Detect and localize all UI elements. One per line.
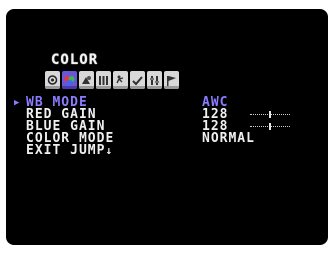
menu-item-label: EXIT JUMP↓	[26, 143, 114, 158]
motion-icon[interactable]	[113, 71, 128, 89]
color-icon[interactable]	[62, 71, 77, 89]
blue-gain-slider[interactable]	[250, 123, 290, 130]
down-arrow-icon: ↓	[105, 144, 114, 157]
flag-icon[interactable]	[164, 71, 179, 89]
pattern-icon[interactable]	[96, 71, 111, 89]
osd-screen: COLOR ▶ WB MODE AWC RED GAIN 128 BLUE GA…	[6, 9, 328, 245]
osd-title: COLOR	[51, 52, 99, 68]
cursor-arrow-icon: ▶	[14, 98, 21, 108]
red-gain-slider[interactable]	[250, 111, 290, 118]
slider-knob[interactable]	[269, 111, 271, 118]
osd-menu: ▶ WB MODE AWC RED GAIN 128 BLUE GAIN 128…	[14, 96, 314, 158]
menu-item-value: NORMAL	[202, 131, 255, 146]
menu-icon-strip	[45, 71, 179, 91]
check-icon[interactable]	[130, 71, 145, 89]
adjust-icon[interactable]	[147, 71, 162, 89]
menu-item-exit-jump[interactable]: EXIT JUMP↓	[14, 143, 314, 158]
camera-icon[interactable]	[45, 71, 60, 89]
slider-knob[interactable]	[269, 123, 271, 130]
exposure-icon[interactable]	[79, 71, 94, 89]
